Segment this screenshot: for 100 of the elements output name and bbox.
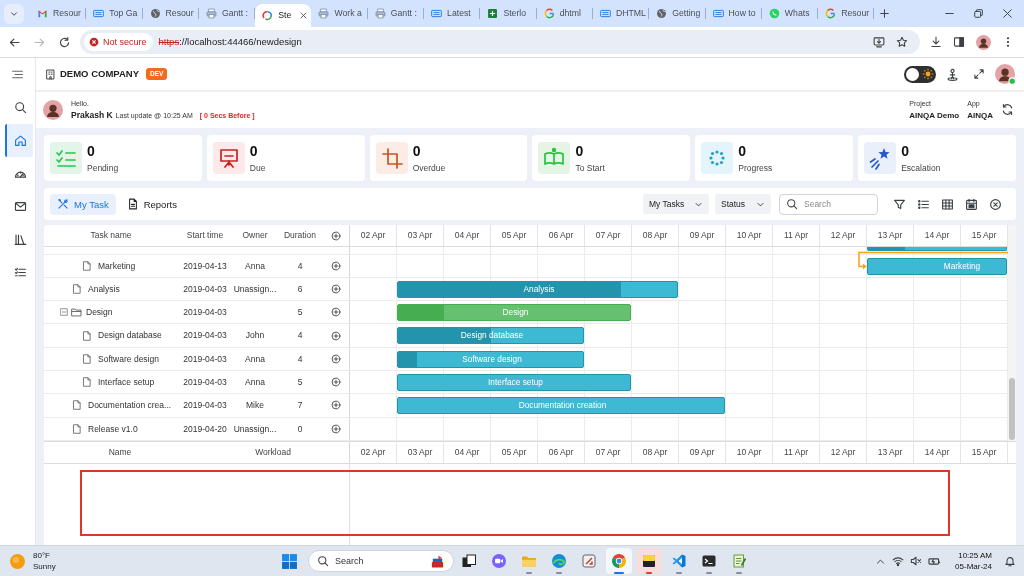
browser-tab[interactable]: Resour <box>818 0 875 27</box>
reload-icon[interactable] <box>58 35 71 49</box>
browser-tab[interactable]: Work a <box>311 0 368 27</box>
stat-card[interactable]: 0 Pending <box>44 135 202 181</box>
start-date: 2019-04-13 <box>183 260 227 271</box>
close-icon[interactable] <box>989 197 1002 211</box>
install-icon[interactable] <box>873 36 885 48</box>
search-field[interactable]: Search <box>779 193 878 215</box>
browser-tab[interactable]: Ste <box>255 4 312 27</box>
scrollbar-thumb[interactable] <box>1009 377 1015 440</box>
app-name: AINQA <box>967 110 993 121</box>
close-icon[interactable] <box>1002 8 1013 19</box>
side-panel-icon[interactable] <box>953 36 965 48</box>
calendar-icon[interactable] <box>965 197 978 211</box>
stat-card[interactable]: 0 Overdue <box>369 135 528 181</box>
duration-value: 4 <box>297 330 303 341</box>
filter-dropdown[interactable]: My Tasks <box>643 194 709 214</box>
browser-tab[interactable]: Sterlo <box>480 0 537 27</box>
add-icon[interactable] <box>331 230 341 241</box>
add-icon[interactable] <box>331 283 341 294</box>
refresh-icon[interactable] <box>1001 103 1014 117</box>
person-pin-icon[interactable] <box>946 67 959 81</box>
browser-tab[interactable]: Whats <box>761 0 819 27</box>
browser-tab[interactable]: Latest <box>424 0 481 27</box>
browser-tab[interactable]: Getting <box>649 0 706 27</box>
security-chip[interactable]: Not secure <box>84 33 153 51</box>
column-header[interactable]: Task name <box>90 230 132 241</box>
clock-date[interactable]: 05-Mar-24 <box>955 561 992 572</box>
view-tab[interactable]: My Task <box>50 193 116 215</box>
stat-card[interactable]: 0 Due <box>206 135 365 181</box>
browser-tab[interactable]: Resour <box>30 0 87 27</box>
bell-icon[interactable] <box>1004 555 1016 567</box>
duration-value: 6 <box>297 283 303 295</box>
add-icon[interactable] <box>331 260 341 271</box>
add-icon[interactable] <box>331 400 341 411</box>
file-icon <box>82 330 92 341</box>
column-header[interactable]: Duration <box>283 230 317 241</box>
star-icon[interactable] <box>896 36 908 48</box>
task-bar[interactable]: Analysis <box>397 280 678 298</box>
clock-time[interactable]: 10:25 AM <box>958 550 992 561</box>
taskbar-search-field[interactable]: Search <box>308 550 454 572</box>
restore-icon[interactable] <box>973 8 984 19</box>
tiles-icon[interactable] <box>281 552 298 570</box>
banner-icon <box>431 8 443 19</box>
filter-dropdown[interactable]: Status <box>715 194 771 214</box>
task-bar[interactable]: Design database <box>397 327 584 345</box>
theme-toggle[interactable] <box>904 65 936 83</box>
owner-name: Anna <box>245 353 265 364</box>
browser-tab[interactable]: Top Ga <box>86 0 143 27</box>
stat-card[interactable]: 0 To Start <box>532 135 691 181</box>
stat-card[interactable]: 0 Progress <box>695 135 854 181</box>
duration-value: 5 <box>297 377 303 388</box>
download-icon[interactable] <box>930 36 942 48</box>
add-icon[interactable] <box>331 330 341 341</box>
date-header: 03 Apr <box>407 230 433 241</box>
close-icon[interactable] <box>299 11 309 20</box>
taskbar-app[interactable] <box>636 548 662 574</box>
add-icon[interactable] <box>331 423 341 434</box>
view-tab[interactable]: Reports <box>119 193 184 215</box>
dependency-link[interactable] <box>857 250 1008 270</box>
add-icon[interactable] <box>331 377 341 388</box>
column-header[interactable]: Owner <box>242 230 268 241</box>
user-avatar-icon[interactable] <box>995 63 1016 85</box>
url-text: https://localhost:44466/newdesign <box>158 36 302 48</box>
video-chat-icon <box>491 553 507 569</box>
column-header[interactable]: Workload <box>255 447 291 458</box>
column-header[interactable]: Name <box>108 447 132 458</box>
table-icon[interactable] <box>941 197 954 211</box>
wifi-icon[interactable] <box>892 555 905 567</box>
list-icon[interactable] <box>917 197 930 211</box>
user-avatar-icon[interactable] <box>976 34 991 50</box>
new-tab-icon[interactable] <box>879 8 891 19</box>
browser-tab[interactable]: Resour <box>142 0 199 27</box>
file-icon <box>72 400 82 411</box>
start-date: 2019-04-20 <box>183 423 227 434</box>
document-icon <box>126 198 139 210</box>
add-icon[interactable] <box>331 353 341 364</box>
browser-tab[interactable]: Gantt : <box>367 0 425 27</box>
speaker-muted-icon[interactable] <box>910 555 923 567</box>
expand-icon[interactable] <box>973 68 985 80</box>
menu-icon[interactable] <box>11 68 24 81</box>
task-view-icon <box>461 553 477 569</box>
browser-logo-icon <box>611 553 627 569</box>
globe-icon <box>149 8 161 19</box>
owner-name: Anna <box>245 260 265 271</box>
browser-tab[interactable]: DHTML <box>592 0 650 27</box>
address-bar[interactable]: Not secure https://localhost:44466/newdesign <box>80 30 920 54</box>
folder-icon <box>71 306 82 318</box>
collapse-icon[interactable] <box>60 308 68 317</box>
browser-tab[interactable]: Gantt : <box>198 0 256 27</box>
browser-tab[interactable]: dhtml <box>536 0 593 27</box>
owner-name: Anna <box>245 377 265 388</box>
column-header[interactable]: Start time <box>186 230 224 241</box>
building-icon <box>45 68 56 80</box>
browser-tab[interactable]: How to <box>705 0 762 27</box>
add-icon[interactable] <box>331 307 341 318</box>
task-name: Release v1.0 <box>88 423 138 434</box>
filter-icon[interactable] <box>893 197 906 211</box>
stat-card[interactable]: 0 Escalation <box>858 135 1016 181</box>
task-name: Marketing <box>98 260 136 271</box>
